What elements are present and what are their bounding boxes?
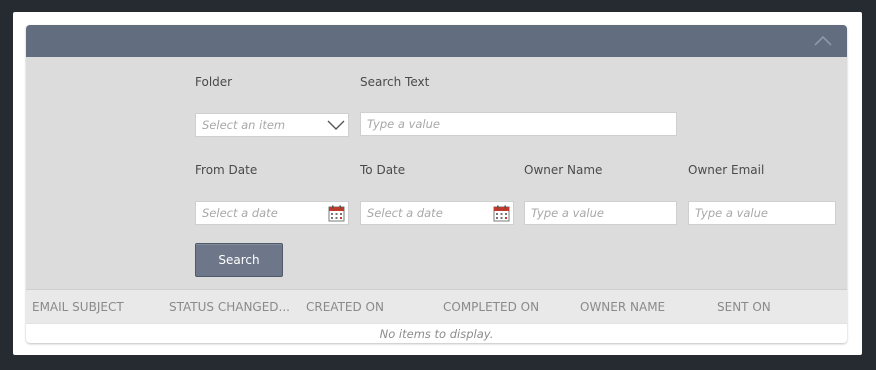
column-email-subject[interactable]: EMAIL SUBJECT <box>32 300 124 314</box>
search-panel: Folder Search Text Select an item From D… <box>26 25 847 343</box>
to-date-picker-button[interactable] <box>489 202 513 224</box>
column-created-on[interactable]: CREATED ON <box>306 300 384 314</box>
from-date-input[interactable] <box>196 202 324 224</box>
column-completed-on[interactable]: COMPLETED ON <box>443 300 539 314</box>
column-status-changed[interactable]: STATUS CHANGED... <box>169 300 290 314</box>
chevron-down-icon <box>327 120 345 130</box>
column-sent-on[interactable]: SENT ON <box>717 300 771 314</box>
search-text-input[interactable] <box>361 113 676 135</box>
calendar-icon <box>328 205 344 221</box>
folder-select[interactable]: Select an item <box>195 113 349 137</box>
to-date-label: To Date <box>360 163 406 177</box>
search-text-label: Search Text <box>360 75 430 89</box>
folder-select-value: Select an item <box>202 118 286 132</box>
dropdown-toggle[interactable] <box>324 114 348 136</box>
search-button[interactable]: Search <box>195 243 283 277</box>
from-date-label: From Date <box>195 163 258 177</box>
collapse-button[interactable] <box>811 33 835 49</box>
empty-grid-message: No items to display. <box>379 326 494 341</box>
owner-email-input[interactable] <box>689 202 835 224</box>
from-date-field[interactable] <box>195 201 349 225</box>
from-date-picker-button[interactable] <box>324 202 348 224</box>
grid-header: EMAIL SUBJECT STATUS CHANGED... CREATED … <box>26 289 847 323</box>
owner-email-label: Owner Email <box>688 163 765 177</box>
panel-header <box>26 25 847 57</box>
column-owner-name[interactable]: OWNER NAME <box>580 300 665 314</box>
grid-body: No items to display. <box>26 323 847 343</box>
search-text-field[interactable] <box>360 112 677 136</box>
owner-name-field[interactable] <box>524 201 677 225</box>
owner-name-label: Owner Name <box>524 163 603 177</box>
owner-name-input[interactable] <box>525 202 676 224</box>
folder-label: Folder <box>195 75 233 89</box>
calendar-icon <box>493 205 509 221</box>
to-date-input[interactable] <box>361 202 489 224</box>
to-date-field[interactable] <box>360 201 514 225</box>
chevron-up-icon <box>814 35 832 46</box>
owner-email-field[interactable] <box>688 201 836 225</box>
